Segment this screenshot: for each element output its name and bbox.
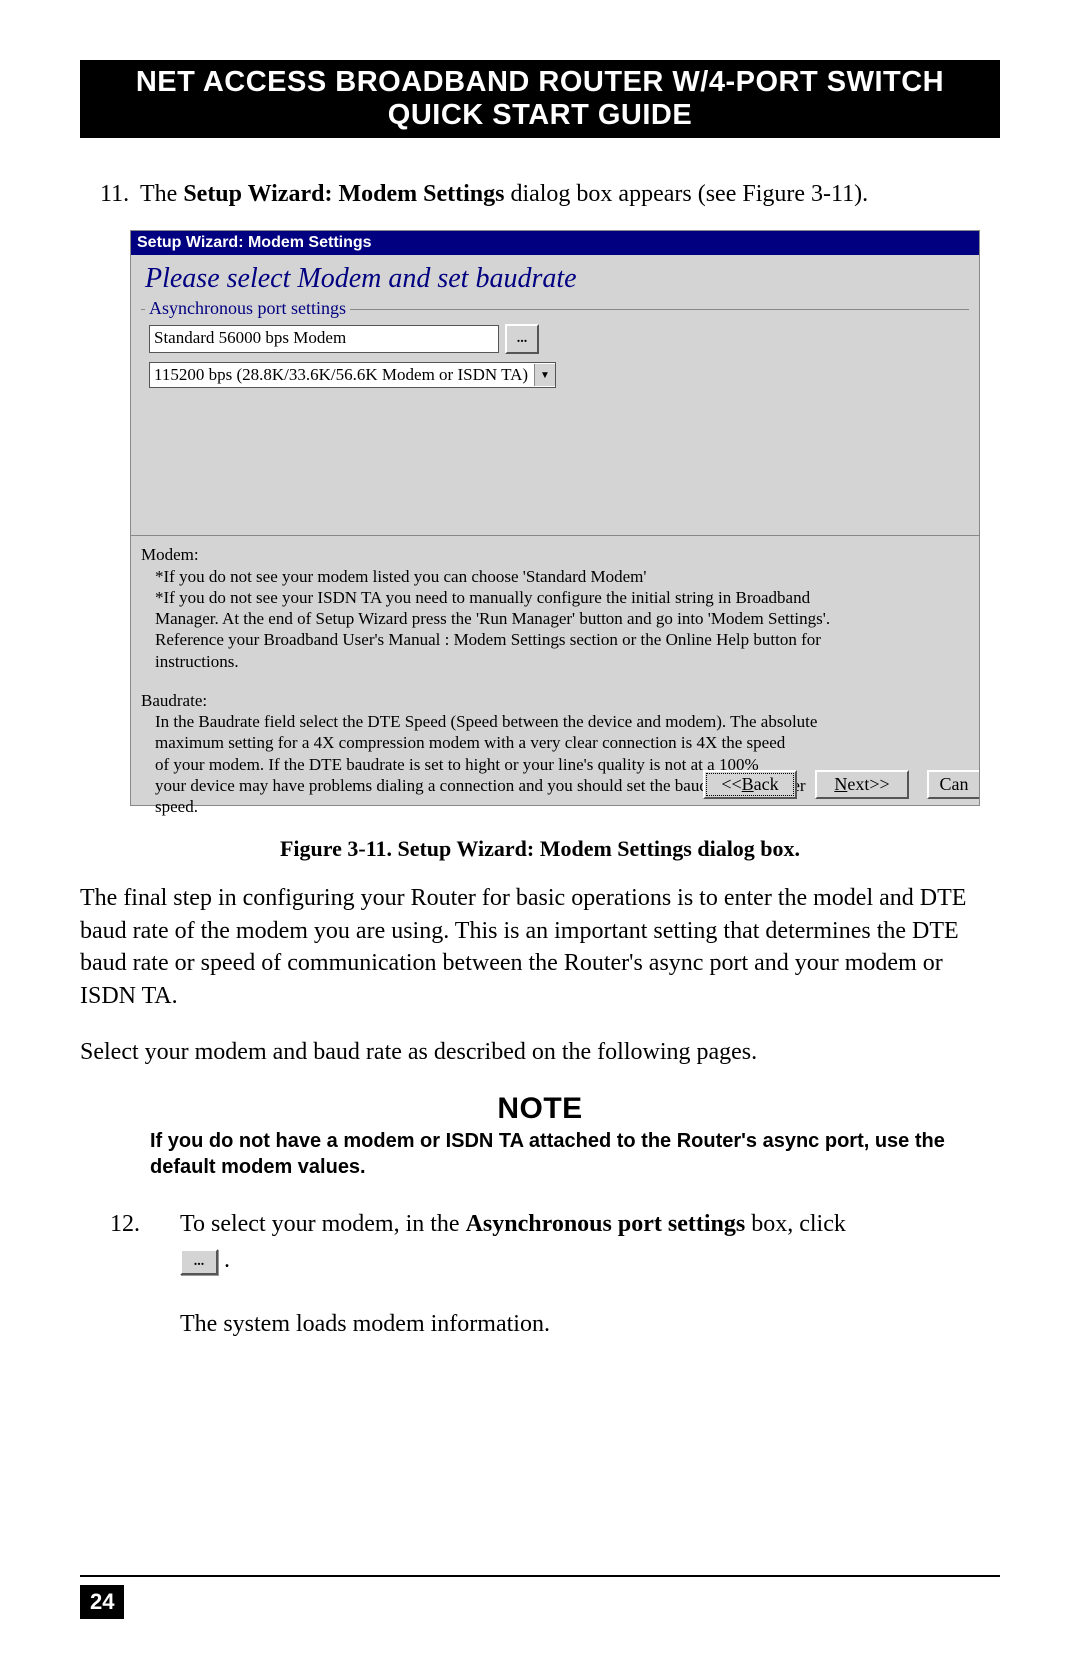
browse-modem-button[interactable]: ... [505,324,539,354]
page-banner: NET ACCESS BROADBAND ROUTER W/4-PORT SWI… [80,60,1000,138]
info-line: Reference your Broadband User's Manual :… [155,629,969,650]
chevron-down-icon: ▼ [534,364,555,386]
step12-t2: box, click [745,1211,846,1237]
dialog-heading: Please select Modem and set baudrate [131,255,979,301]
step11-post: dialog box appears (see Figure 3-11). [504,181,868,207]
modem-info-label: Modem: [141,544,969,565]
modem-input[interactable]: Standard 56000 bps Modem [149,325,499,353]
page-number: 24 [80,1585,124,1619]
step12-result: The system loads modem information. [180,1306,846,1342]
modem-settings-dialog: Setup Wizard: Modem Settings Please sele… [130,230,980,806]
info-line: instructions. [155,651,969,672]
step-11: 11. The Setup Wizard: Modem Settings dia… [80,178,1000,210]
note-heading: NOTE [80,1092,1000,1126]
dialog-titlebar: Setup Wizard: Modem Settings [131,231,979,255]
back-button[interactable]: <<Back [703,770,797,799]
note-body: If you do not have a modem or ISDN TA at… [150,1128,960,1180]
figure-caption: Figure 3-11. Setup Wizard: Modem Setting… [80,836,1000,862]
paragraph-2: Select your modem and baud rate as descr… [80,1036,1000,1068]
baudrate-select[interactable]: 115200 bps (28.8K/33.6K/56.6K Modem or I… [149,362,556,388]
async-port-fieldset: Asynchronous port settings Standard 5600… [141,309,969,406]
step12-bold: Asynchronous port settings [466,1211,746,1237]
info-line: maximum setting for a 4X compression mod… [155,732,969,753]
cancel-button[interactable]: Can [927,770,979,799]
page: NET ACCESS BROADBAND ROUTER W/4-PORT SWI… [0,0,1080,1669]
info-line: Manager. At the end of Setup Wizard pres… [155,608,969,629]
step-number-11: 11. [100,178,140,210]
next-button[interactable]: Next>> [815,770,909,799]
baud-info-label: Baudrate: [141,690,969,711]
step-number-12: 12. [110,1206,180,1342]
baudrate-select-value: 115200 bps (28.8K/33.6K/56.6K Modem or I… [150,363,534,387]
info-line: *If you do not see your modem listed you… [155,566,969,587]
inline-ellipsis-button[interactable]: ... [180,1249,218,1275]
fieldset-legend: Asynchronous port settings [145,298,350,319]
step-12: 12. To select your modem, in the Asynchr… [110,1206,1000,1342]
dialog-nav-buttons: <<Back Next>> Can [703,770,979,799]
step12-period: . [218,1247,230,1273]
info-line: *If you do not see your ISDN TA you need… [155,587,969,608]
info-line: In the Baudrate field select the DTE Spe… [155,711,969,732]
step11-pre: The [140,181,183,207]
step12-t1: To select your modem, in the [180,1211,466,1237]
page-footer: 24 [80,1575,1000,1619]
footer-rule [80,1575,1000,1577]
dialog-body: Please select Modem and set baudrate Asy… [131,255,979,805]
step11-bold: Setup Wizard: Modem Settings [183,181,504,207]
paragraph-1: The final step in configuring your Route… [80,882,1000,1012]
